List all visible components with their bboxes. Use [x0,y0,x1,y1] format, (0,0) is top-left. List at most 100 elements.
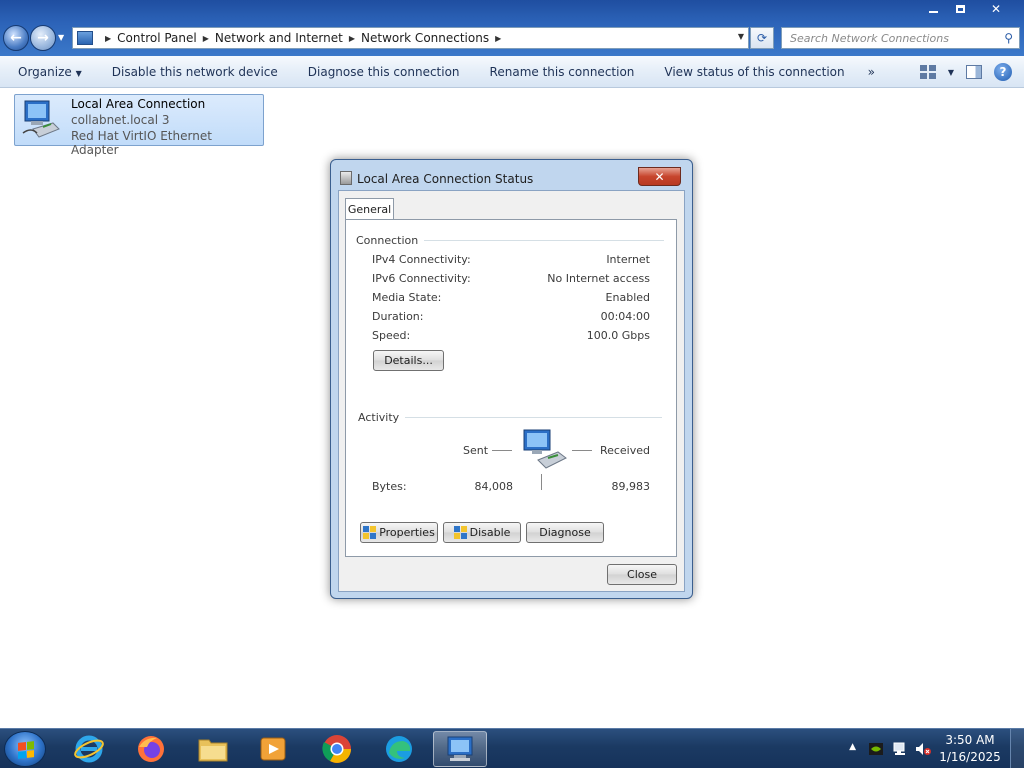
preview-pane-icon[interactable] [966,65,982,79]
chevron-right-icon[interactable]: ▶ [203,34,209,43]
taskbar-chrome[interactable] [310,731,364,767]
bytes-sent-value: 84,008 [474,480,514,493]
organize-button[interactable]: Organize ▼ [0,65,97,79]
nvidia-icon[interactable] [868,741,884,757]
sent-divider [492,450,512,451]
general-tab-panel: Connection IPv4 Connectivity: Internet I… [345,219,677,557]
breadcrumb-control-panel[interactable]: Control Panel [117,31,197,45]
received-divider [572,450,592,451]
search-input[interactable] [790,31,990,45]
media-state-value: Enabled [605,291,650,304]
organize-label: Organize [18,64,72,79]
search-icon[interactable]: ⚲ [1004,31,1013,45]
bytes-label: Bytes: [372,480,407,493]
window-controls: ✕ [920,0,1018,18]
restore-button[interactable] [947,0,974,18]
connection-group-divider [414,240,664,241]
change-view-icon[interactable] [919,65,936,79]
taskbar-network-connections[interactable] [433,731,487,767]
connection-group-label: Connection [356,234,425,247]
uac-shield-icon [363,525,377,539]
chevron-right-icon[interactable]: ▶ [495,34,501,43]
connection-item-local-area[interactable]: Local Area Connection collabnet.local 3 … [14,94,264,157]
dialog-app-icon [340,171,352,185]
dialog-title-bar[interactable]: Local Area Connection Status ✕ [337,165,687,191]
taskbar-firefox[interactable] [124,731,178,767]
connection-adapter: Red Hat VirtIO Ethernet Adapter [71,129,212,157]
details-button[interactable]: Details... [373,350,444,371]
dialog-body: General Connection IPv4 Connectivity: In… [338,190,685,592]
diagnose-button[interactable]: Diagnose [526,522,604,543]
activity-group-label: Activity [358,411,406,424]
speed-label: Speed: [372,329,411,342]
connection-name: Local Area Connection [71,97,206,111]
recent-pages-dropdown[interactable]: ▼ [58,33,64,42]
uac-shield-icon [453,525,467,539]
show-desktop-button[interactable] [1010,729,1024,768]
network-activity-icon [523,429,567,469]
firefox-icon [138,736,164,762]
duration-value: 00:04:00 [600,310,650,323]
media-state-label: Media State: [372,291,442,304]
network-adapter-icon [22,100,60,138]
speed-value: 100.0 Gbps [586,329,650,342]
breadcrumb-network-connections[interactable]: Network Connections [361,31,489,45]
chrome-icon [322,735,351,763]
chevron-right-icon[interactable]: ▶ [349,34,355,43]
media-player-icon [260,737,286,761]
close-window-button[interactable]: ✕ [974,0,1018,18]
internet-explorer-icon [74,735,104,763]
folder-icon [198,739,228,762]
back-button[interactable]: ← [3,25,29,51]
connection-status-dialog: Local Area Connection Status ✕ General C… [330,159,693,599]
rename-connection-button[interactable]: Rename this connection [475,65,650,79]
command-bar: Organize ▼ Disable this network device D… [0,56,1024,88]
window-chrome: ✕ ← → ▼ ▶ Control Panel ▶ Network and In… [0,0,1024,56]
taskbar-internet-explorer[interactable] [62,731,116,767]
breadcrumb-network-and-internet[interactable]: Network and Internet [215,31,343,45]
start-button[interactable] [4,731,46,767]
tab-general[interactable]: General [345,198,394,220]
taskbar-file-explorer[interactable] [186,731,240,767]
disable-button[interactable]: Disable [443,522,521,543]
view-status-button[interactable]: View status of this connection [649,65,859,79]
view-options-dropdown-icon[interactable]: ▼ [948,68,954,77]
ipv4-connectivity-value: Internet [606,253,650,266]
properties-label: Properties [379,526,435,539]
taskbar-edge[interactable] [372,731,426,767]
disable-label: Disable [469,526,511,539]
duration-label: Duration: [372,310,424,323]
ipv4-connectivity-label: IPv4 Connectivity: [372,253,471,266]
show-hidden-icons-icon[interactable]: ▲ [849,742,856,752]
properties-button[interactable]: Properties [360,522,438,543]
refresh-button[interactable]: ⟳ [750,27,774,49]
bytes-divider [541,474,542,490]
connection-network: collabnet.local 3 [71,113,170,127]
diagnose-connection-button[interactable]: Diagnose this connection [293,65,475,79]
clock-date: 1/16/2025 [939,750,1001,764]
windows-logo-icon [18,741,34,759]
received-label: Received [599,444,650,457]
dialog-close-icon[interactable]: ✕ [638,167,681,186]
control-panel-icon [77,31,93,45]
address-dropdown-icon[interactable]: ▼ [738,32,744,41]
edge-icon [386,736,412,762]
disable-device-button[interactable]: Disable this network device [97,65,293,79]
network-tray-icon[interactable] [892,741,908,757]
more-commands-button[interactable]: » [860,65,883,79]
address-bar[interactable]: ▶ Control Panel ▶ Network and Internet ▶… [72,27,749,49]
close-button[interactable]: Close [607,564,677,585]
sent-label: Sent [463,444,489,457]
taskbar-media-player[interactable] [246,731,300,767]
help-icon[interactable]: ? [994,63,1012,81]
dialog-title: Local Area Connection Status [357,172,534,186]
forward-button[interactable]: → [30,25,56,51]
bytes-received-value: 89,983 [611,480,651,493]
volume-muted-icon[interactable] [914,741,932,757]
activity-group-divider [398,417,662,418]
chevron-down-icon: ▼ [75,68,82,78]
minimize-button[interactable] [920,0,947,18]
taskbar-clock[interactable]: 3:50 AM 1/16/2025 [938,732,1002,766]
chevron-right-icon[interactable]: ▶ [105,34,111,43]
search-box[interactable]: ⚲ [781,27,1020,49]
